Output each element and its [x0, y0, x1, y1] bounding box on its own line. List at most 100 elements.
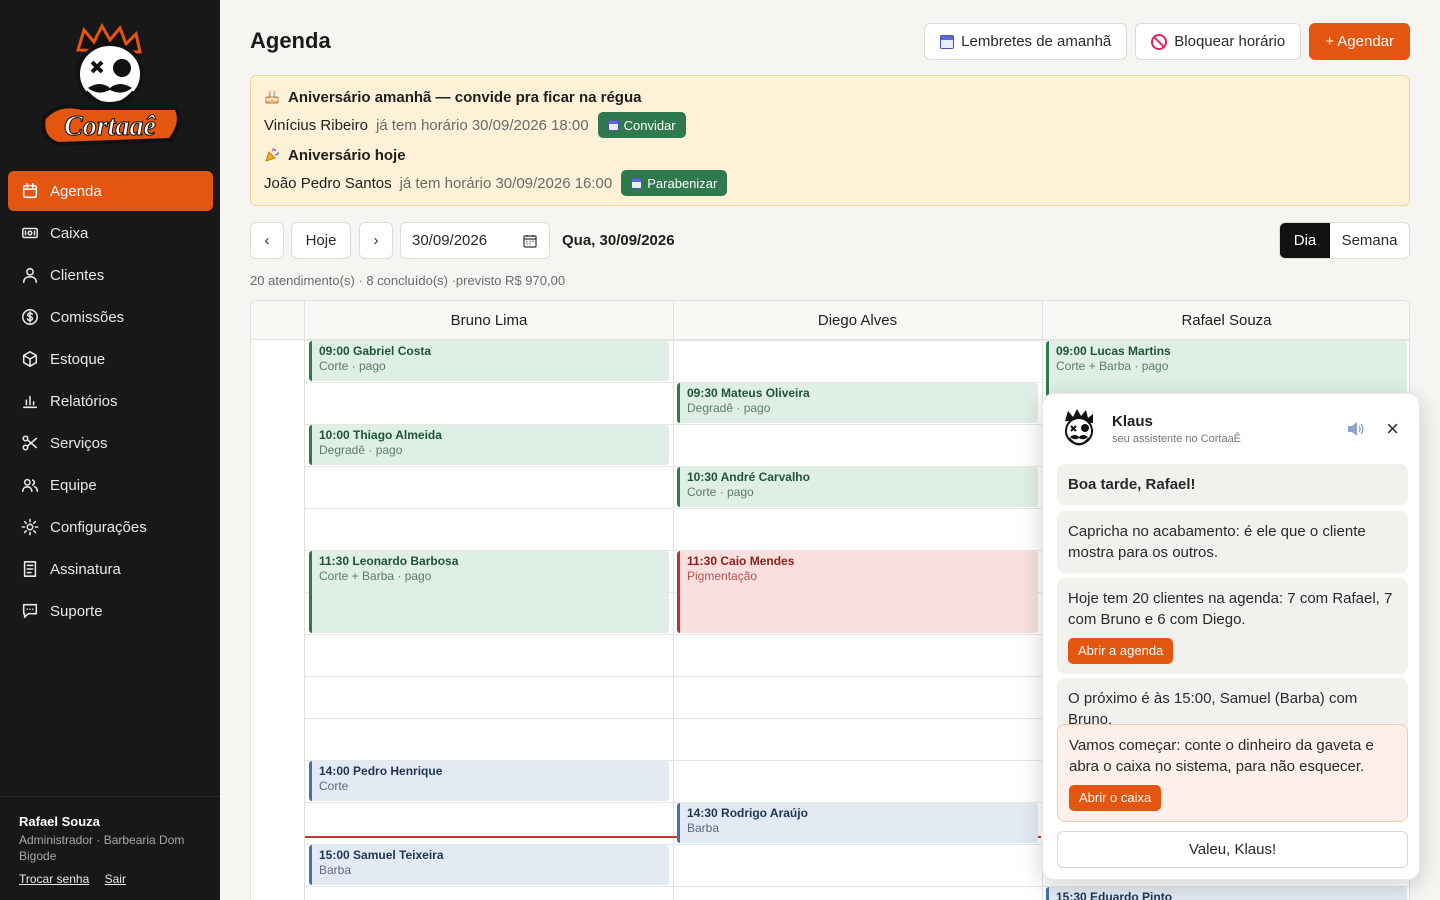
sidebar-item-comissoes[interactable]: Comissões [8, 297, 213, 337]
calendar-picker-icon[interactable] [523, 234, 537, 248]
congratulate-button[interactable]: Parabenizar [621, 170, 728, 196]
cortaae-logo[interactable]: Cortaaê [38, 22, 182, 154]
appointment-detail: Degradê · pago [319, 443, 403, 457]
assistant-avatar [1065, 409, 1093, 446]
today-button[interactable]: Hoje [291, 222, 351, 259]
sidebar: Cortaaê Agenda Caixa Clientes Comissões … [0, 0, 220, 900]
schedule-button[interactable]: + Agendar [1309, 23, 1410, 60]
change-password-link[interactable]: Trocar senha [19, 872, 89, 886]
appointment-card[interactable]: 11:30 Caio Mendes Pigmentação [677, 551, 1038, 633]
view-day-button[interactable]: Dia [1280, 223, 1330, 258]
assistant-header: Klaus seu assistente no CortaaÊ × [1057, 406, 1405, 452]
reminders-button[interactable]: Lembretes de amanhã [924, 23, 1128, 60]
page-title: Agenda [250, 28, 331, 53]
agenda-summary: 20 atendimento(s) · 8 concluído(s) ·prev… [250, 273, 566, 288]
assistant-title: Klaus seu assistente no CortaaÊ [1112, 413, 1241, 445]
view-toggle: Dia Semana [1279, 222, 1410, 259]
svg-text:Cortaaê: Cortaaê [64, 111, 156, 142]
time-column-header [251, 301, 304, 340]
invite-button[interactable]: Convidar [597, 112, 686, 138]
dismiss-assistant-button[interactable]: Valeu, Klaus! [1057, 831, 1408, 868]
birthday-today-row: João Pedro Santos já tem horário 30/09/2… [264, 168, 1396, 198]
date-input[interactable]: 30/09/2026 [400, 222, 550, 259]
appointment-card[interactable]: 14:00 Pedro Henrique Corte [309, 761, 669, 801]
appointment-card[interactable]: 15:00 Samuel Teixeira Barba [309, 845, 669, 885]
appointment-title: 15:30 Eduardo Pinto [1056, 890, 1173, 900]
appointment-detail: Corte [319, 779, 349, 793]
sidebar-item-equipe[interactable]: Equipe [8, 465, 213, 505]
assistant-actions: × [1346, 418, 1399, 440]
sidebar-item-label: Caixa [50, 224, 89, 242]
appointment-title: 14:30 Rodrigo Araújo [687, 806, 808, 820]
appointment-card[interactable]: 09:00 Gabriel Costa Corte · pago [309, 341, 669, 381]
appointment-card[interactable]: 09:30 Mateus Oliveira Degradê · pago [677, 383, 1038, 423]
sidebar-item-estoque[interactable]: Estoque [8, 339, 213, 379]
invite-label: Convidar [623, 117, 676, 133]
birthday-tomorrow-title: Aniversário amanhã — convide pra ficar n… [264, 88, 1396, 106]
assistant-cash-text: Vamos começar: conte o dinheiro da gavet… [1069, 737, 1374, 775]
appointment-note: já tem horário 30/09/2026 16:00 [399, 174, 613, 192]
sidebar-item-servicos[interactable]: Serviços [8, 423, 213, 463]
appointment-detail: Corte · pago [687, 485, 754, 499]
assistant-today-message: Hoje tem 20 clientes na agenda: 7 com Ra… [1057, 578, 1408, 674]
block-time-button[interactable]: Bloquear horário [1135, 23, 1302, 60]
sidebar-item-agenda[interactable]: Agenda [8, 171, 213, 211]
birthday-tomorrow-text: Aniversário amanhã — convide pra ficar n… [288, 88, 642, 106]
appointment-detail: Corte + Barba · pago [319, 569, 432, 583]
appointment-title: 15:00 Samuel Teixeira [319, 848, 444, 862]
sidebar-item-assinatura[interactable]: Assinatura [8, 549, 213, 589]
sidebar-item-caixa[interactable]: Caixa [8, 213, 213, 253]
sidebar-item-label: Agenda [50, 182, 102, 200]
user-icon [20, 265, 40, 285]
appointment-detail: Degradê · pago [687, 401, 771, 415]
appointment-title: 09:30 Mateus Oliveira [687, 386, 810, 400]
next-day-button[interactable]: › [359, 222, 393, 259]
sidebar-item-clientes[interactable]: Clientes [8, 255, 213, 295]
assistant-name: Klaus [1112, 413, 1153, 430]
appointment-title: 09:00 Gabriel Costa [319, 344, 432, 358]
sidebar-item-label: Relatórios [50, 392, 118, 410]
column-divider [673, 301, 674, 900]
barber-column-header: Bruno Lima [305, 301, 673, 340]
appointment-card[interactable]: 15:30 Eduardo Pinto [1046, 887, 1407, 900]
client-name: João Pedro Santos [264, 174, 392, 192]
sidebar-item-label: Estoque [50, 350, 106, 368]
speaker-icon[interactable] [1346, 421, 1364, 437]
sidebar-item-label: Configurações [50, 518, 147, 536]
logout-link[interactable]: Sair [105, 872, 126, 886]
assistant-greeting: Boa tarde, Rafael! [1057, 464, 1408, 505]
dollar-circle-icon [20, 307, 40, 327]
close-icon[interactable]: × [1386, 418, 1399, 440]
appointment-detail: Corte + Barba · pago [1056, 359, 1169, 373]
user-name: Rafael Souza [19, 814, 100, 829]
sidebar-item-label: Equipe [50, 476, 97, 494]
team-icon [20, 475, 40, 495]
congratulate-label: Parabenizar [647, 175, 718, 191]
birthday-banner: Aniversário amanhã — convide pra ficar n… [250, 75, 1410, 206]
birthday-tomorrow-row: Vinícius Ribeiro já tem horário 30/09/20… [264, 110, 1396, 140]
sidebar-item-configuracoes[interactable]: Configurações [8, 507, 213, 547]
appointment-detail: Pigmentação [687, 569, 758, 583]
open-cash-button[interactable]: Abrir o caixa [1069, 785, 1162, 811]
calendar-emoji-icon [940, 34, 955, 49]
chat-icon [20, 601, 40, 621]
prev-day-button[interactable]: ‹ [250, 222, 284, 259]
assistant-today-text: Hoje tem 20 clientes na agenda: 7 com Ra… [1068, 590, 1393, 628]
cash-register-icon [20, 223, 40, 243]
block-time-label: Bloquear horário [1174, 33, 1286, 50]
user-links: Trocar senha Sair [19, 872, 201, 886]
user-box: Rafael Souza Administrador · Barbearia D… [0, 796, 220, 886]
assistant-tip: Capricha no acabamento: é ele que o clie… [1057, 511, 1408, 573]
birthday-today-text: Aniversário hoje [288, 146, 406, 164]
sidebar-item-relatorios[interactable]: Relatórios [8, 381, 213, 421]
appointment-title: 09:00 Lucas Martins [1056, 344, 1171, 358]
calendar-emoji-icon [631, 177, 643, 189]
view-week-button[interactable]: Semana [1330, 223, 1409, 258]
open-agenda-button[interactable]: Abrir a agenda [1068, 638, 1174, 664]
sidebar-item-label: Serviços [50, 434, 108, 452]
appointment-card[interactable]: 10:00 Thiago Almeida Degradê · pago [309, 425, 669, 465]
appointment-card[interactable]: 10:30 André Carvalho Corte · pago [677, 467, 1038, 507]
sidebar-item-suporte[interactable]: Suporte [8, 591, 213, 631]
appointment-card[interactable]: 14:30 Rodrigo Araújo Barba [677, 803, 1038, 843]
appointment-card[interactable]: 11:30 Leonardo Barbosa Corte + Barba · pa… [309, 551, 669, 633]
